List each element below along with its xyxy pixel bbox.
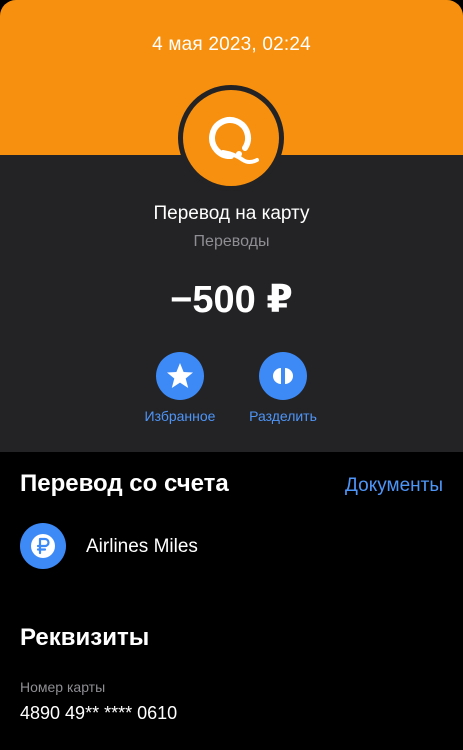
star-icon[interactable]	[156, 352, 204, 400]
documents-link[interactable]: Документы	[345, 475, 443, 497]
source-section-title: Перевод со счета	[20, 470, 229, 497]
split-icon[interactable]	[259, 352, 307, 400]
transaction-category: Переводы	[193, 233, 270, 250]
ruble-icon	[20, 523, 66, 569]
favorite-button[interactable]: Избранное	[120, 352, 240, 424]
card-number-label: Номер карты	[20, 679, 106, 695]
transaction-amount: −500 ₽	[170, 279, 293, 321]
card-number-value: 4890 49** **** 0610	[20, 703, 178, 723]
split-button[interactable]: Разделить	[223, 352, 343, 424]
transaction-card: 4 мая 2023, 02:24 Перевод на карту Перев…	[0, 0, 463, 452]
transaction-datetime: 4 мая 2023, 02:24	[152, 34, 311, 55]
qiwi-logo-icon	[183, 90, 279, 186]
source-account-row[interactable]: Airlines Miles	[20, 523, 440, 569]
account-name: Airlines Miles	[86, 536, 198, 557]
favorite-label[interactable]: Избранное	[120, 408, 240, 424]
details-section-title: Реквизиты	[20, 624, 150, 651]
split-label[interactable]: Разделить	[223, 408, 343, 424]
transaction-title: Перевод на карту	[153, 203, 310, 224]
